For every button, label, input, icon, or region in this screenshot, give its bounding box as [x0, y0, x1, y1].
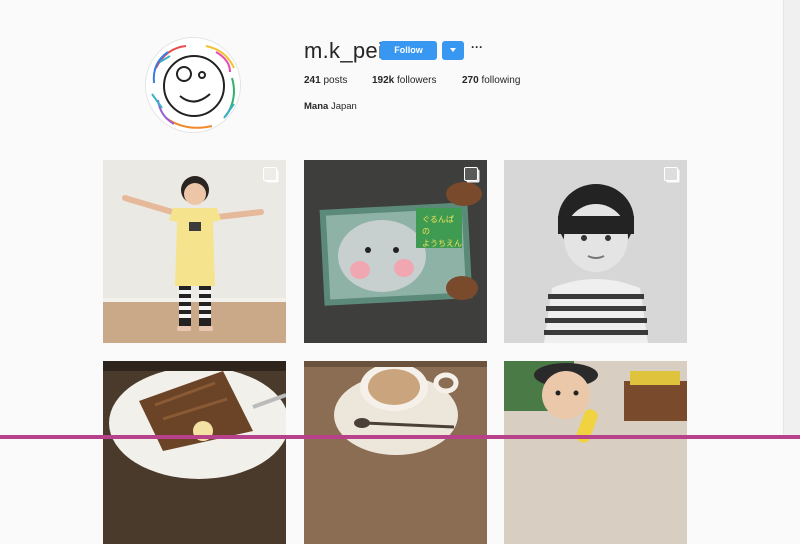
profile-avatar[interactable] — [146, 38, 240, 132]
post-thumbnail[interactable] — [103, 160, 286, 343]
following-stat[interactable]: 270 following — [462, 75, 520, 86]
post-thumbnail[interactable]: ぐるんぱ の ようちえん — [304, 160, 487, 343]
posts-count: 241 — [304, 75, 321, 86]
following-label: following — [481, 75, 521, 86]
profile-bio: Mana Japan — [304, 101, 357, 112]
page-scrollbar[interactable] — [783, 0, 800, 439]
svg-text:ぐるんぱ: ぐるんぱ — [422, 215, 454, 224]
followers-stat[interactable]: 192k followers — [372, 75, 437, 86]
follow-button[interactable]: Follow — [380, 41, 437, 60]
following-count: 270 — [462, 75, 479, 86]
bio-location: Japan — [330, 101, 357, 112]
suggested-dropdown-button[interactable] — [442, 41, 464, 60]
post-thumbnail[interactable] — [304, 361, 487, 544]
post-thumbnail[interactable] — [103, 361, 286, 544]
followers-label: followers — [397, 75, 437, 86]
svg-text:の: の — [422, 227, 430, 236]
followers-count: 192k — [372, 75, 395, 86]
more-options-button[interactable]: ··· — [470, 41, 484, 55]
taskbar-edge — [0, 435, 800, 439]
bio-name: Mana — [304, 101, 329, 112]
post-thumbnail[interactable] — [504, 361, 687, 544]
multi-image-icon — [464, 167, 478, 181]
post-thumbnail[interactable] — [504, 160, 687, 343]
svg-text:ようちえん: ようちえん — [422, 239, 462, 248]
posts-label: posts — [323, 75, 348, 86]
multi-image-icon — [263, 167, 277, 181]
posts-stat: 241 posts — [304, 75, 347, 86]
profile-username: m.k_pei — [304, 38, 384, 63]
multi-image-icon — [664, 167, 678, 181]
